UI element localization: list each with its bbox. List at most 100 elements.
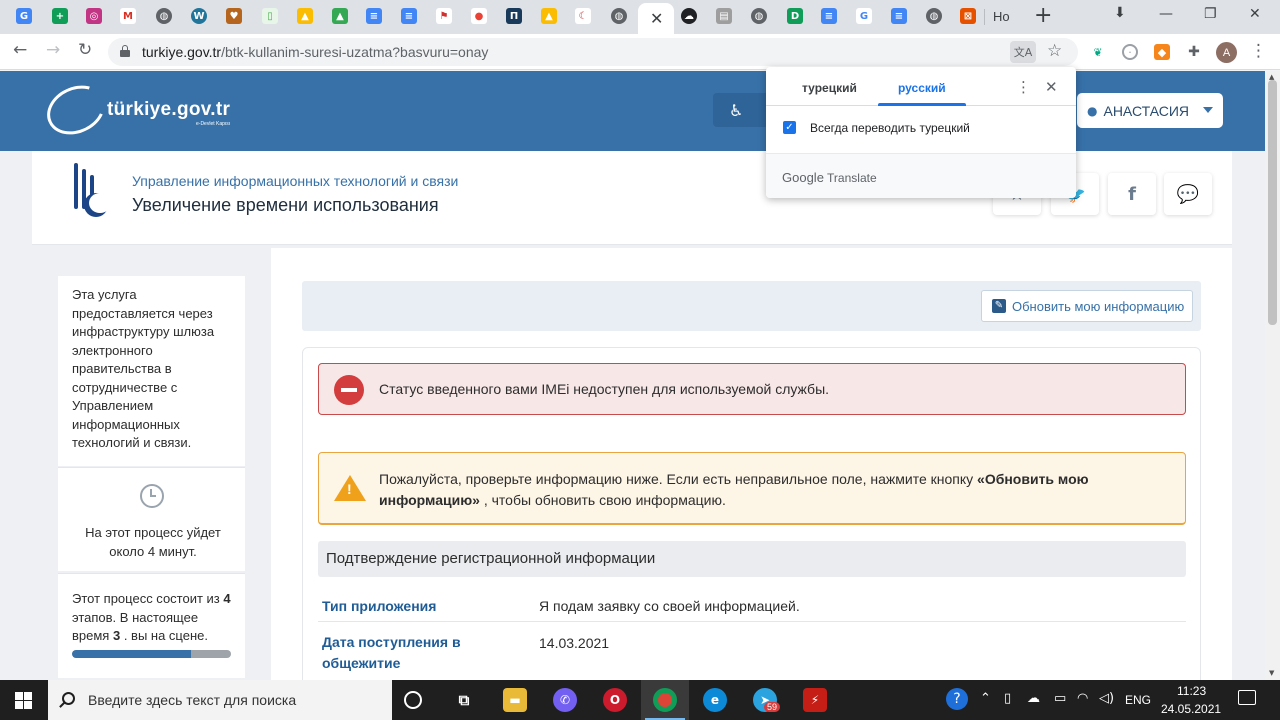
source-language-tab[interactable]: турецкий bbox=[802, 81, 857, 95]
minimize-button[interactable]: — bbox=[1159, 6, 1173, 22]
flag-tab-icon[interactable]: ⚑ bbox=[436, 8, 452, 24]
file-explorer-icon[interactable]: ▬ bbox=[503, 688, 527, 712]
translate-page-icon[interactable]: 文A bbox=[1010, 41, 1036, 63]
wordpress-tab-icon[interactable]: W bbox=[191, 8, 207, 24]
docs-tab-icon-3[interactable]: ≡ bbox=[821, 8, 837, 24]
cortana-icon[interactable] bbox=[404, 691, 422, 709]
browser-menu-icon[interactable]: ⋮ bbox=[1250, 41, 1267, 61]
extensions-puzzle-icon[interactable]: ✚ bbox=[1186, 44, 1202, 60]
facebook-icon[interactable]: f bbox=[1108, 173, 1156, 215]
active-tab-indicator bbox=[878, 103, 966, 106]
always-translate-label[interactable]: Всегда переводить турецкий bbox=[810, 121, 970, 135]
restore-button[interactable]: ❐ bbox=[1204, 6, 1217, 22]
taskbar-search-box[interactable]: Введите здесь текст для поиска bbox=[48, 680, 392, 720]
sidebar-steps-card: Этот процесс состоит из 4 этапов. В наст… bbox=[58, 573, 245, 678]
shield-tab-icon[interactable]: ♥ bbox=[226, 8, 242, 24]
bookmark-star-icon[interactable]: ☆ bbox=[1047, 41, 1062, 61]
help-icon[interactable]: ? bbox=[946, 688, 968, 710]
profile-avatar[interactable]: A bbox=[1216, 42, 1237, 63]
forward-button[interactable]: → bbox=[46, 40, 60, 60]
taskbar-search-placeholder[interactable]: Введите здесь текст для поиска bbox=[88, 692, 296, 708]
address-bar[interactable]: turkiye.gov.tr/btk-kullanim-suresi-uzatm… bbox=[108, 38, 1078, 66]
row-label-date: Дата поступления в общежитие bbox=[322, 634, 461, 671]
doc-tab-icon[interactable]: ▯ bbox=[262, 8, 278, 24]
comment-icon[interactable]: 💬 bbox=[1164, 173, 1212, 215]
taskbar-date[interactable]: 24.05.2021 bbox=[1161, 702, 1221, 716]
translate-options-icon[interactable]: ⋮ bbox=[1016, 78, 1031, 96]
reload-button[interactable]: ↻ bbox=[78, 40, 92, 60]
browser-toolbar: ← → ↻ turkiye.gov.tr/btk-kullanim-suresi… bbox=[0, 34, 1280, 70]
close-tab-icon[interactable]: ✕ bbox=[650, 9, 663, 28]
url-text[interactable]: turkiye.gov.tr/btk-kullanim-suresi-uzatm… bbox=[142, 44, 488, 60]
close-icon[interactable]: ✕ bbox=[1045, 78, 1058, 96]
lock-icon[interactable] bbox=[120, 45, 130, 57]
page-tab-icon[interactable]: ▤ bbox=[716, 8, 732, 24]
turkiye-logo-icon[interactable] bbox=[39, 76, 113, 144]
instagram-tab-icon[interactable]: ◎ bbox=[86, 8, 102, 24]
acrobat-icon[interactable]: ⚡ bbox=[803, 688, 827, 712]
scrollbar-thumb[interactable] bbox=[1268, 80, 1277, 325]
maps-tab-icon[interactable]: ● bbox=[471, 8, 487, 24]
wifi-icon[interactable]: ◠ bbox=[1077, 691, 1088, 706]
error-message: Статус введенного вами IMEi недоступен д… bbox=[379, 381, 830, 397]
taskbar-time[interactable]: 11:23 bbox=[1177, 684, 1206, 698]
clock-icon bbox=[140, 484, 164, 508]
error-icon bbox=[334, 375, 364, 405]
docs-tab-icon-4[interactable]: ≡ bbox=[891, 8, 907, 24]
site-logo-text[interactable]: türkiye.gov.tr bbox=[107, 99, 230, 121]
tab-title-partial[interactable]: Ho bbox=[993, 9, 1010, 24]
drive-tab-icon-3[interactable]: ▲ bbox=[541, 8, 557, 24]
device-icon[interactable]: ▯ bbox=[1004, 691, 1011, 706]
active-tab[interactable]: ✕ bbox=[638, 3, 674, 34]
close-window-button[interactable]: ✕ bbox=[1249, 6, 1261, 22]
update-info-button[interactable]: ✎ Обновить мою информацию bbox=[981, 290, 1193, 322]
google-translate-brand: Google Translate bbox=[782, 170, 877, 185]
ps-tab-icon[interactable]: П bbox=[506, 8, 522, 24]
user-menu-button[interactable]: ● АНАСТАСИЯ bbox=[1077, 93, 1223, 128]
chrome-icon[interactable] bbox=[653, 688, 677, 712]
language-indicator[interactable]: ENG bbox=[1125, 693, 1151, 707]
ministry-logo-icon bbox=[74, 163, 111, 225]
metamask-icon[interactable]: ◆ bbox=[1154, 44, 1170, 60]
turkiye-tab-icon[interactable]: ☾ bbox=[575, 8, 591, 24]
always-translate-checkbox[interactable]: ✓ bbox=[783, 121, 796, 134]
accessibility-button[interactable]: ♿ bbox=[713, 93, 773, 127]
drive-tab-icon-2[interactable]: ▲ bbox=[332, 8, 348, 24]
opera-icon[interactable]: O bbox=[603, 688, 627, 712]
gmail-tab-icon[interactable]: M bbox=[120, 8, 136, 24]
tab-search-icon[interactable]: ⬇ bbox=[1114, 5, 1126, 21]
battery-icon[interactable]: ▭ bbox=[1054, 691, 1066, 706]
sheets-tab-icon[interactable]: + bbox=[52, 8, 68, 24]
globe-tab-icon[interactable]: ◍ bbox=[156, 8, 172, 24]
edge-icon[interactable]: e bbox=[703, 688, 727, 712]
globe-tab-icon-4[interactable]: ◍ bbox=[926, 8, 942, 24]
viber-icon[interactable]: ✆ bbox=[553, 688, 577, 712]
cloud-sync-icon[interactable]: ☁ bbox=[1027, 691, 1040, 706]
docs-tab-icon[interactable]: ≡ bbox=[366, 8, 382, 24]
notification-center-icon[interactable] bbox=[1238, 690, 1256, 705]
browser-tab-strip: G + ◎ M ◍ W ♥ ▯ ▲ ▲ ≡ ≡ ⚑ ● П ▲ ☾ ◍ ✕ ☁ … bbox=[0, 0, 1280, 34]
steps-progress-bar bbox=[72, 650, 231, 658]
tray-chevron-icon[interactable]: ⌃ bbox=[980, 691, 991, 706]
target-language-tab[interactable]: русский bbox=[898, 81, 946, 95]
globe-tab-icon-2[interactable]: ◍ bbox=[611, 8, 627, 24]
task-view-icon[interactable]: ⧉ bbox=[452, 688, 476, 712]
volume-icon[interactable]: ◁) bbox=[1099, 691, 1114, 706]
cloud-tab-icon[interactable]: ☁ bbox=[681, 8, 697, 24]
docs-tab-icon-2[interactable]: ≡ bbox=[401, 8, 417, 24]
extension-leaf-icon[interactable]: ❦ bbox=[1090, 44, 1106, 60]
google-tab-icon[interactable]: G bbox=[856, 8, 872, 24]
back-button[interactable]: ← bbox=[13, 40, 27, 60]
row-divider bbox=[318, 621, 1186, 622]
scroll-down-arrow[interactable]: ▼ bbox=[1269, 669, 1274, 677]
ministry-name[interactable]: Управление информационных технологий и с… bbox=[132, 173, 458, 189]
globe-tab-icon-3[interactable]: ◍ bbox=[751, 8, 767, 24]
new-tab-button[interactable]: + bbox=[1034, 3, 1052, 28]
app-tab-icon[interactable]: ⊠ bbox=[960, 8, 976, 24]
page-scrollbar[interactable]: ▲ ▼ bbox=[1265, 71, 1280, 680]
translate-tab-icon[interactable]: G bbox=[16, 8, 32, 24]
drive-tab-icon[interactable]: ▲ bbox=[297, 8, 313, 24]
extension-circle-icon[interactable]: · bbox=[1122, 44, 1138, 60]
d-tab-icon[interactable]: D bbox=[787, 8, 803, 24]
windows-start-icon[interactable] bbox=[15, 692, 32, 709]
